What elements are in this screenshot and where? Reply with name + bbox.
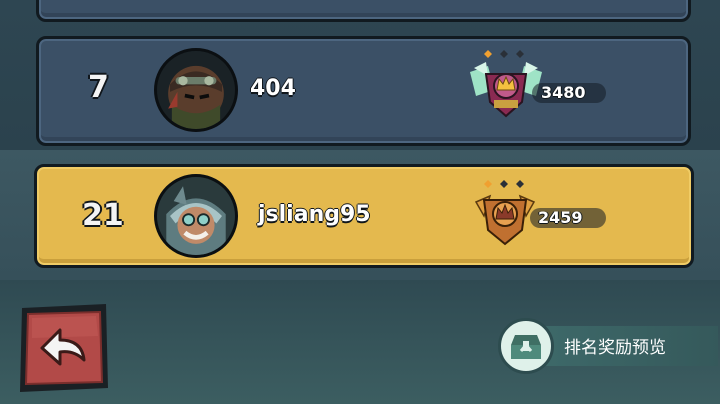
leaderboard-row-previous [36, 0, 691, 22]
return-arrow-icon [20, 304, 108, 392]
player-score: 2459 [538, 208, 583, 227]
player-avatar[interactable] [154, 174, 238, 258]
player-name: 404 [250, 76, 296, 101]
reward-chest-icon [498, 318, 554, 374]
ranking-reward-preview-button[interactable]: 排名奖励预览 [498, 318, 720, 374]
player-avatar[interactable] [154, 48, 238, 132]
rank-number: 7 [88, 70, 109, 105]
rank-tier-badge-icon [474, 180, 536, 246]
back-button[interactable] [18, 302, 110, 394]
reward-preview-label: 排名奖励预览 [564, 338, 666, 358]
rank-tier-badge-icon [470, 50, 542, 118]
player-name: jsliang95 [258, 202, 371, 227]
rank-number: 21 [82, 198, 124, 233]
player-score: 3480 [541, 83, 586, 102]
